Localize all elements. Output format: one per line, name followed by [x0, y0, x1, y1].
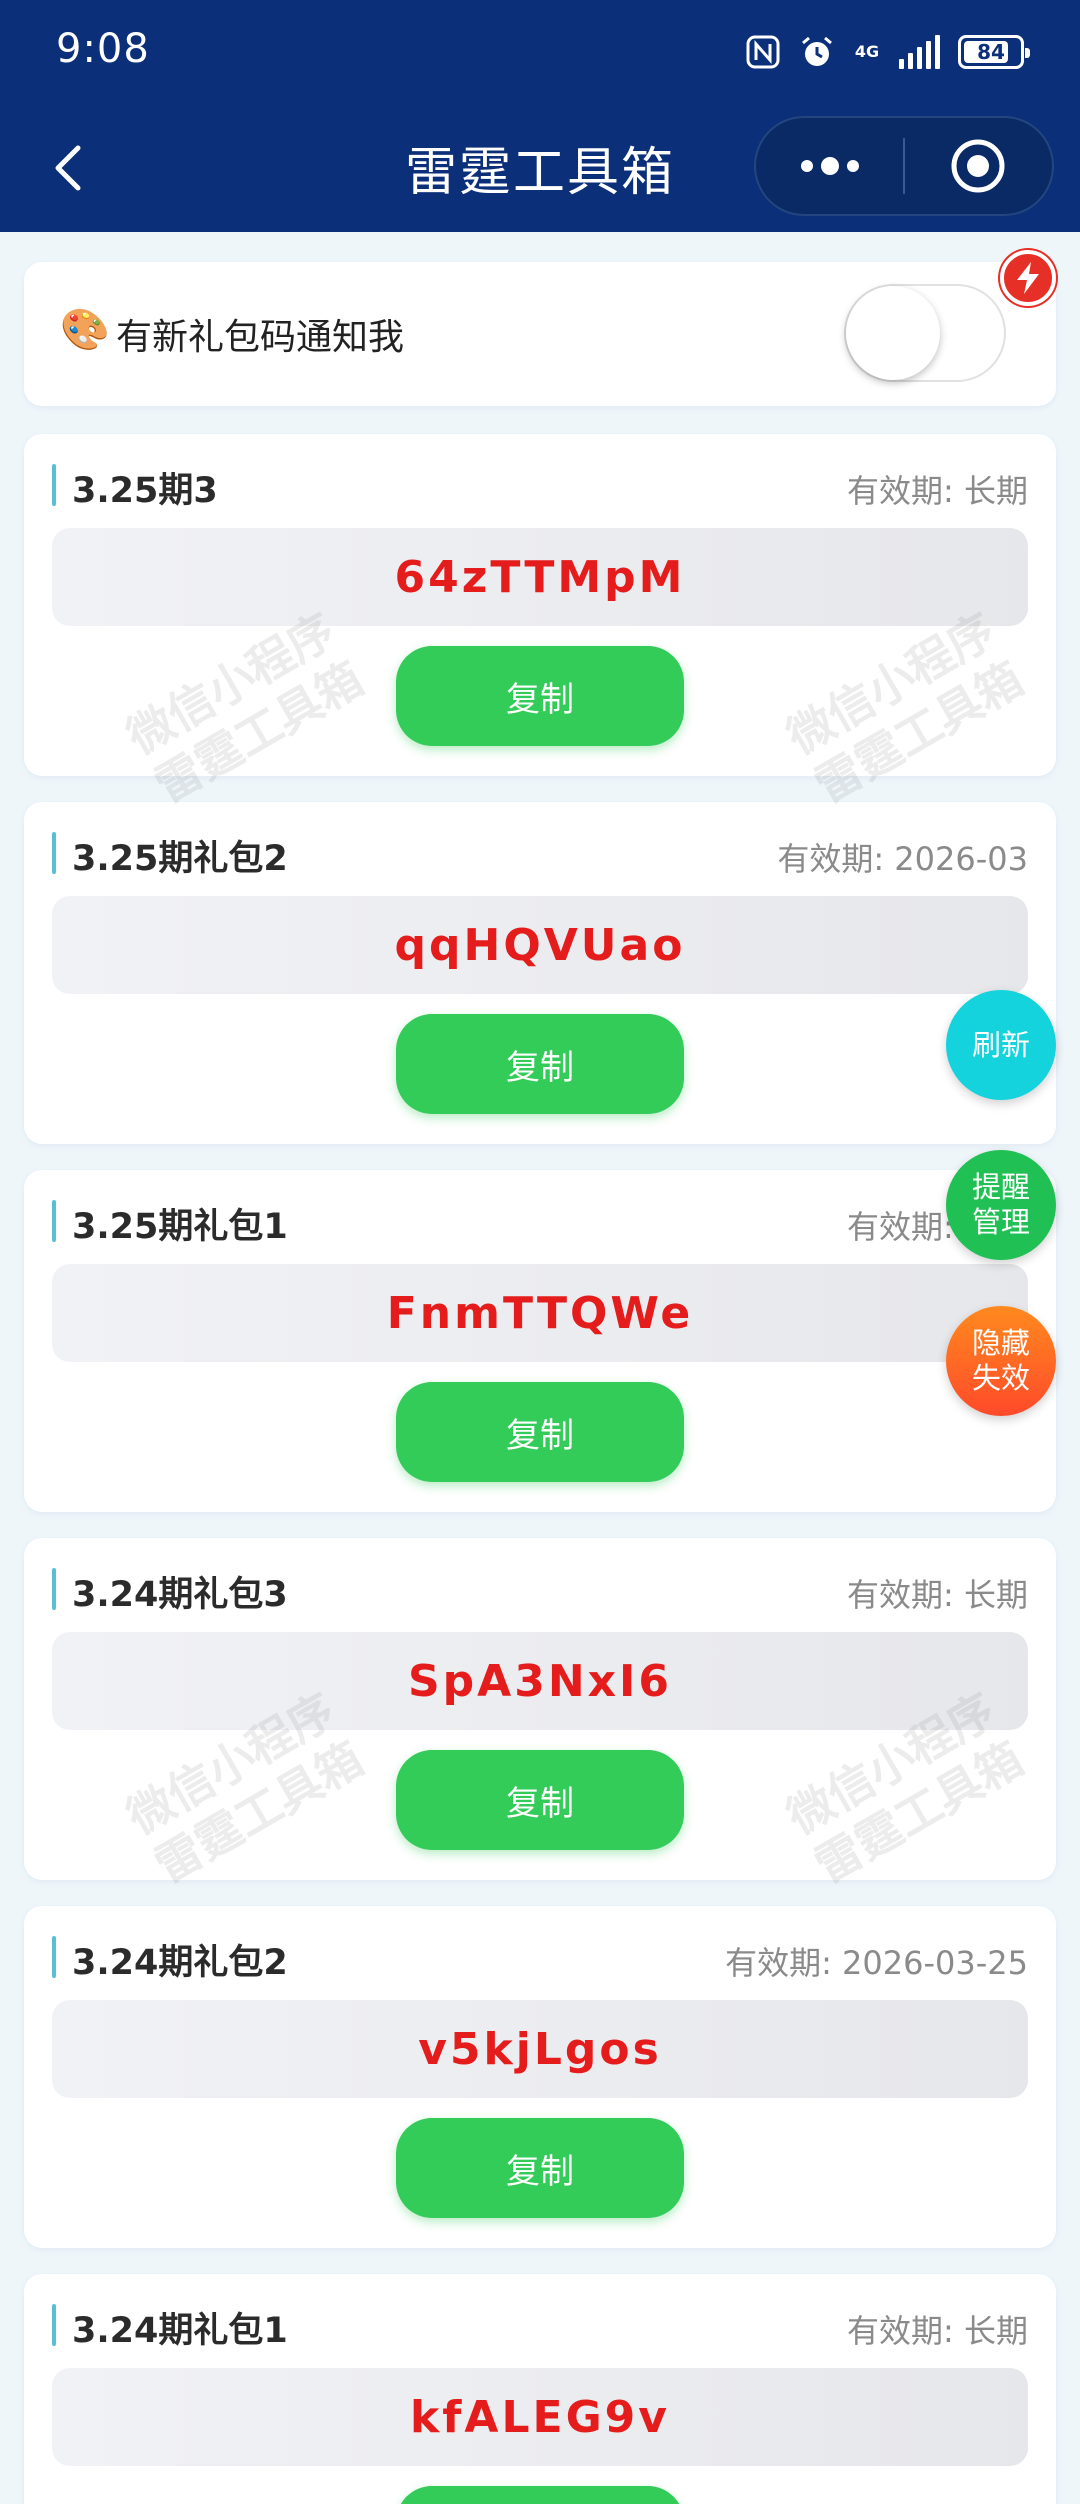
nfc-icon: [745, 34, 781, 70]
gift-code: SpA3NxI6: [407, 1655, 673, 1707]
notify-card: 🎨 有新礼包码通知我: [24, 250, 1056, 406]
more-button[interactable]: [756, 118, 903, 214]
gift-code: 64zTTMpM: [394, 551, 686, 603]
lightning-icon: [1000, 250, 1056, 306]
gift-title: 3.24期礼包2: [72, 1943, 288, 1983]
content: 🎨 有新礼包码通知我 3.25期3 有效期: 长期 64zTTMpM 复制 3.…: [0, 232, 1080, 2504]
copy-button[interactable]: 复制: [396, 1750, 684, 1850]
gift-card: 3.24期礼包1 有效期: 长期 kfALEG9v 复制: [24, 2274, 1056, 2504]
network-type: 4G: [854, 42, 880, 61]
gift-expiry: 有效期: 长期: [847, 1576, 1028, 1614]
nav-bar: 雷霆工具箱: [0, 104, 1080, 232]
gift-expiry: 有效期: 长期: [847, 2312, 1028, 2350]
copy-button[interactable]: 复制: [396, 2118, 684, 2218]
copy-button[interactable]: 复制: [396, 2486, 684, 2504]
more-dots-icon: [800, 157, 859, 175]
title-accent-bar: [52, 1200, 56, 1242]
remind-manage-button[interactable]: 提醒 管理: [946, 1150, 1056, 1260]
title-accent-bar: [52, 2304, 56, 2346]
target-icon: [951, 139, 1005, 193]
gift-title: 3.25期3: [72, 471, 218, 511]
gift-expiry: 有效期: 长期: [847, 472, 1028, 510]
title-accent-bar: [52, 1568, 56, 1610]
gift-code: kfALEG9v: [410, 2391, 670, 2443]
refresh-label: 刷新: [971, 1027, 1030, 1062]
title-accent-bar: [52, 464, 56, 506]
gift-code-box: 64zTTMpM: [52, 528, 1028, 626]
notify-label: 有新礼包码通知我: [116, 317, 405, 358]
status-bar: 9:08 4G 84: [0, 0, 1080, 104]
remind-label: 提醒 管理: [971, 1170, 1030, 1239]
gift-title: 3.24期礼包1: [72, 2311, 288, 2351]
close-miniprogram-button[interactable]: [905, 118, 1052, 214]
title-accent-bar: [52, 1936, 56, 1978]
copy-button[interactable]: 复制: [396, 646, 684, 746]
signal-icon: [899, 35, 940, 69]
battery-level: 84: [977, 40, 1005, 64]
gift-card: 3.25期3 有效期: 长期 64zTTMpM 复制: [24, 434, 1056, 776]
gift-code: v5kjLgos: [418, 2023, 662, 2075]
gift-card: 3.25期礼包1 有效期: 长期 FnmTTQWe 复制: [24, 1170, 1056, 1512]
miniprogram-capsule: [754, 116, 1054, 216]
palette-icon: 🎨: [60, 307, 110, 353]
gift-expiry: 有效期: 2026-03-25: [725, 1944, 1028, 1982]
title-accent-bar: [52, 832, 56, 874]
gift-code-box: FnmTTQWe: [52, 1264, 1028, 1362]
battery-icon: 84: [958, 35, 1030, 69]
gift-card: 3.24期礼包2 有效期: 2026-03-25 v5kjLgos 复制: [24, 1906, 1056, 2248]
gift-code-box: qqHQVUao: [52, 896, 1028, 994]
gift-title: 3.25期礼包2: [72, 839, 288, 879]
alarm-icon: [799, 34, 835, 70]
copy-button[interactable]: 复制: [396, 1014, 684, 1114]
gift-card: 3.25期礼包2 有效期: 2026-03 qqHQVUao 复制: [24, 802, 1056, 1144]
hide-expired-button[interactable]: 隐藏 失效: [946, 1306, 1056, 1416]
copy-button[interactable]: 复制: [396, 1382, 684, 1482]
gift-expiry: 有效期: 2026-03: [777, 840, 1028, 878]
gift-title: 3.24期礼包3: [72, 1575, 288, 1615]
status-icons: 4G 84: [745, 30, 1030, 74]
header: 9:08 4G 84 雷霆工具箱: [0, 0, 1080, 232]
gift-code-box: SpA3NxI6: [52, 1632, 1028, 1730]
refresh-button[interactable]: 刷新: [946, 990, 1056, 1100]
status-time: 9:08: [56, 26, 150, 72]
gift-code: qqHQVUao: [394, 919, 686, 971]
toggle-knob: [846, 286, 940, 380]
gift-code: FnmTTQWe: [386, 1287, 694, 1339]
gift-code-box: kfALEG9v: [52, 2368, 1028, 2466]
gift-code-box: v5kjLgos: [52, 2000, 1028, 2098]
notify-toggle[interactable]: [844, 284, 1006, 382]
gift-card: 3.24期礼包3 有效期: 长期 SpA3NxI6 复制: [24, 1538, 1056, 1880]
gift-title: 3.25期礼包1: [72, 1207, 288, 1247]
hide-label: 隐藏 失效: [971, 1326, 1030, 1395]
